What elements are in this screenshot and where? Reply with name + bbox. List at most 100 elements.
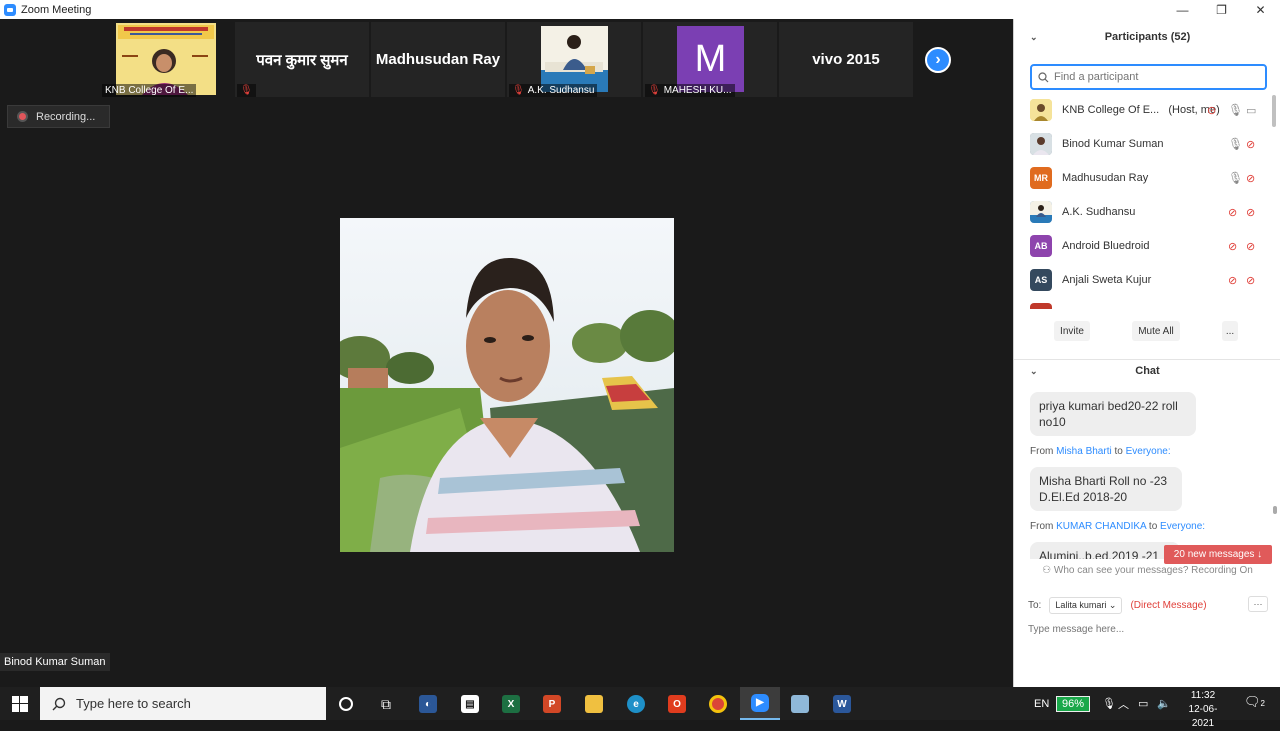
chevron-down-icon[interactable]: ⌄	[1030, 32, 1038, 43]
avatar	[1030, 201, 1052, 223]
avatar: AB	[1030, 235, 1052, 257]
notifications-icon[interactable]: 🗨2	[1244, 694, 1265, 710]
participant-search[interactable]	[1030, 64, 1267, 90]
video-off-icon[interactable]: ⊘	[1246, 172, 1255, 185]
speaker-name-label: Binod Kumar Suman	[0, 653, 110, 671]
chevron-up-icon[interactable]: ︿	[1118, 687, 1129, 720]
chevron-down-icon[interactable]: ⌄	[1030, 366, 1038, 377]
windows-start-button[interactable]	[0, 687, 40, 720]
participant-row[interactable]: AS Anjali Sweta Kujur ⊘ ⊘	[1014, 263, 1272, 297]
video-tile[interactable]: पवन कुमार सुमन 🎙	[235, 22, 369, 97]
mic-icon[interactable]: 🎙	[1228, 171, 1243, 185]
cortana-icon[interactable]	[326, 691, 366, 717]
file-explorer-icon[interactable]	[574, 691, 614, 717]
app-icon[interactable]	[780, 691, 820, 717]
video-tile[interactable]: M 🎙 MAHESH KU...	[643, 22, 777, 97]
clock-date: 12-06-2021	[1188, 704, 1218, 729]
video-tile[interactable]: 🎙 A.K. Sudhansu	[507, 22, 641, 97]
video-off-icon[interactable]: ⊘	[1246, 206, 1255, 219]
presentation-app-icon[interactable]: P	[532, 691, 572, 717]
tile-label: 🎙 MAHESH KU...	[645, 84, 735, 97]
new-messages-button[interactable]: 20 new messages ↓	[1164, 545, 1272, 564]
video-off-icon[interactable]: ⊘	[1246, 274, 1255, 287]
participant-name: KNB College Of E... (Host, me)	[1062, 104, 1220, 116]
search-input[interactable]	[1054, 71, 1254, 83]
more-options-button[interactable]: ...	[1222, 321, 1238, 341]
search-icon	[1038, 71, 1049, 82]
participant-row[interactable]: Binod Kumar Suman 🎙 ⊘	[1014, 127, 1272, 161]
participant-row[interactable]: KNB College Of E... (Host, me) ⊙ 🎙 ▭	[1014, 93, 1272, 127]
word-icon[interactable]: W	[822, 691, 862, 717]
mic-muted-icon: 🎙	[512, 85, 525, 96]
participant-name: Binod Kumar Suman	[1062, 138, 1164, 150]
minimize-button[interactable]: —	[1163, 0, 1202, 19]
participants-title: Participants (52)	[1104, 31, 1191, 43]
battery-indicator[interactable]: 96%	[1056, 687, 1091, 720]
mic-muted-icon: 🎙	[648, 85, 661, 96]
people-icon: ⚇	[1042, 565, 1052, 576]
chrome-icon[interactable]	[698, 691, 738, 717]
task-view-icon[interactable]: ⧉	[366, 691, 406, 717]
mute-all-button[interactable]: Mute All	[1132, 321, 1180, 341]
video-strip: KNB College Of E... पवन कुमार सुमन 🎙 Mad…	[0, 19, 1013, 100]
participants-header[interactable]: ⌄ Participants (52)	[1014, 19, 1280, 55]
language-indicator[interactable]: EN	[1034, 687, 1049, 720]
battery-icon[interactable]: ▭	[1138, 687, 1148, 720]
participant-row[interactable]: MR Madhusudan Ray 🎙 ⊘	[1014, 161, 1272, 195]
video-off-icon[interactable]: ⊘	[1246, 138, 1255, 151]
direct-message-label: (Direct Message)	[1130, 600, 1207, 611]
avatar	[1030, 303, 1052, 309]
participant-row[interactable]	[1014, 297, 1272, 309]
app-icon[interactable]: ◐	[408, 691, 448, 717]
participant-name: Anjali Sweta Kujur	[1062, 274, 1152, 286]
participant-name: Android Bluedroid	[1062, 240, 1150, 252]
recording-label: Recording...	[36, 110, 96, 123]
sidebar: ⌄ Participants (52) KNB College Of E... …	[1013, 19, 1280, 687]
store-icon[interactable]: ▤	[450, 691, 490, 717]
avatar: M	[677, 26, 744, 92]
record-icon: ⊙	[1207, 104, 1217, 117]
participant-scrollbar[interactable]	[1272, 93, 1277, 309]
participant-name: Madhusudan Ray	[1062, 172, 1149, 184]
excel-icon[interactable]: X	[491, 691, 531, 717]
video-tile[interactable]: Madhusudan Ray	[371, 22, 505, 97]
zoom-app-icon[interactable]: ▶	[740, 687, 780, 720]
zoom-logo-icon	[4, 3, 16, 16]
mic-muted-icon: 🎙	[240, 85, 253, 96]
clock-time: 11:32	[1190, 690, 1216, 701]
participant-row[interactable]: A.K. Sudhansu ⊘ ⊘	[1014, 195, 1272, 229]
chat-scrollbar[interactable]	[1273, 506, 1277, 514]
mic-icon[interactable]: 🎙	[1228, 137, 1243, 151]
avatar	[1030, 133, 1052, 155]
chevron-right-icon[interactable]: ›	[925, 47, 951, 73]
participant-name: Madhusudan Ray	[375, 51, 501, 68]
video-off-icon[interactable]: ⊘	[1246, 240, 1255, 253]
edge-icon[interactable]: e	[616, 691, 656, 717]
active-speaker-video	[340, 218, 674, 552]
recording-indicator[interactable]: Recording...	[7, 105, 110, 128]
mic-muted-icon[interactable]: ⊘	[1228, 206, 1237, 219]
invite-button[interactable]: Invite	[1054, 321, 1090, 341]
tile-label: 🎙 A.K. Sudhansu	[509, 84, 598, 97]
participant-list: KNB College Of E... (Host, me) ⊙ 🎙 ▭ Bin…	[1014, 93, 1272, 309]
mic-icon[interactable]: 🎙	[1102, 687, 1116, 720]
video-tile[interactable]: vivo 2015	[779, 22, 913, 97]
maximize-button[interactable]: ❐	[1202, 0, 1241, 19]
chat-input[interactable]	[1028, 621, 1268, 637]
clock[interactable]: 11:32 12-06-2021	[1178, 689, 1228, 731]
office-icon[interactable]: O	[657, 691, 697, 717]
chat-more-button[interactable]: ···	[1248, 596, 1268, 612]
participant-row[interactable]: AB Android Bluedroid ⊘ ⊘	[1014, 229, 1272, 263]
volume-icon[interactable]: 🔈	[1157, 687, 1171, 720]
video-camera-icon[interactable]: ▭	[1246, 104, 1256, 117]
chat-message: priya kumari bed20-22 roll no10	[1030, 392, 1196, 436]
message-visibility-notice[interactable]: ⚇ Who can see your messages? Recording O…	[1014, 565, 1280, 576]
mic-muted-icon[interactable]: ⊘	[1228, 274, 1237, 287]
tile-label: KNB College Of E...	[102, 84, 197, 97]
mic-icon[interactable]: 🎙	[1228, 103, 1243, 117]
mic-muted-icon[interactable]: ⊘	[1228, 240, 1237, 253]
close-button[interactable]: ✕	[1241, 0, 1280, 19]
recipient-select[interactable]: Lalita kumari ⌄	[1049, 597, 1123, 614]
taskbar-search[interactable]: Type here to search	[40, 687, 326, 720]
avatar: AS	[1030, 269, 1052, 291]
